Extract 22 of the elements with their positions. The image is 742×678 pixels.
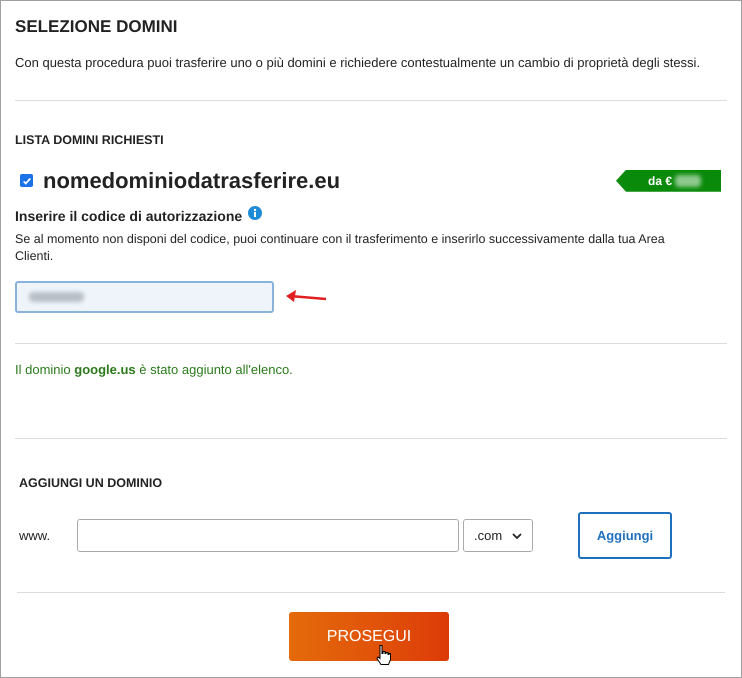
domain-checkbox[interactable]	[20, 174, 33, 188]
auth-code-field[interactable]	[15, 280, 274, 313]
intro-text: Con questa procedura puoi trasferire uno o più domini e richiedere contestualmente un cambio di proprietà degli stessi.	[15, 54, 700, 72]
notice-text: Il dominio google.us è stato aggiunto all'elenco.	[15, 360, 293, 379]
extension-select[interactable]: .com	[463, 519, 533, 552]
arrow-icon	[284, 290, 328, 304]
auth-code-label: Inserire il codice di autorizzazione	[15, 206, 242, 226]
auth-code-help: Se al momento non disponi del codice, puoi continuare con il trasferimento e inserirlo successivamente dalla tua Area Clienti.	[15, 230, 666, 265]
redacted-price-icon	[675, 174, 702, 187]
chevron-icon	[512, 532, 522, 538]
domain-input-field[interactable]	[77, 519, 459, 552]
continue-button[interactable]: PROSEGUI	[289, 612, 449, 661]
price-label: da €	[648, 172, 672, 190]
www-prefix: www.	[19, 526, 52, 545]
domain-name: nomedominiodatrasferire.eu	[43, 167, 340, 196]
redacted-code-icon	[29, 292, 84, 302]
info-icon[interactable]	[248, 206, 262, 220]
page-title: SELEZIONE DOMINI	[15, 16, 178, 38]
add-button[interactable]: Aggiungi	[578, 512, 672, 559]
section-heading: LISTA DOMINI RICHIESTI	[15, 132, 164, 149]
hand-cursor-icon	[375, 644, 391, 666]
section-heading: AGGIUNGI UN DOMINIO	[19, 475, 162, 492]
